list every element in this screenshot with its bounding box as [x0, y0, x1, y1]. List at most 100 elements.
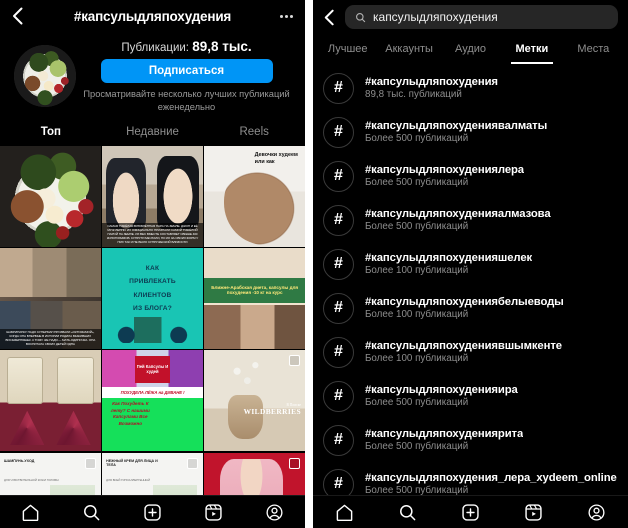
weekly-note: Просматривайте несколько лучших публикац… [83, 89, 290, 112]
carousel-icon [288, 355, 300, 367]
hashtag-page-header: #капсулыдляпохудения [0, 0, 305, 32]
list-item[interactable]: # #капсулыдляпохудениябелыеводы Более 10… [313, 286, 628, 330]
hashtag-tabs: Топ Недавние Reels [0, 118, 305, 146]
bottom-navbar [313, 495, 628, 528]
tab-tags[interactable]: Метки [501, 34, 562, 64]
hashtag-icon: # [323, 72, 354, 104]
list-item[interactable]: # #капсулыдляпохудениялера Более 500 пуб… [313, 154, 628, 198]
list-item[interactable]: # #капсулыдляпохуденияалмазова Более 500… [313, 198, 628, 242]
hashtag-name: #капсулыдляпохуденияалмазова [365, 208, 551, 220]
post-brand-name: WILDBERRIES [243, 406, 301, 416]
panel-divider [305, 0, 313, 528]
profile-icon[interactable] [587, 503, 606, 522]
grid-post[interactable] [0, 350, 101, 452]
hashtag-name: #капсулыдляпохудения [365, 76, 498, 88]
hashtag-icon: # [323, 160, 354, 192]
bottom-navbar [0, 495, 305, 528]
hashtag-count: Более 500 публикаций [365, 133, 469, 144]
tab-audio[interactable]: Аудио [440, 34, 501, 64]
publications-count: Публикации: 89,8 тыс. [121, 39, 251, 54]
post-brand-label: В Поиске WILDBERRIES [244, 403, 301, 416]
post-caption: САМАЯ ТЯЖЁЛАЯ ВЛЮБЛЁННАЯ ПАРА НА ЗЕМЛЕ. … [102, 223, 203, 247]
grid-post[interactable] [204, 452, 305, 495]
back-icon[interactable] [12, 7, 30, 25]
hashtag-name: #капсулыдляпохуденияира [365, 384, 518, 396]
post-overlay-sub: ДЛЯ ЧУВСТВИТЕЛЬНОЙ КОЖИ ГОЛОВЫ [4, 477, 59, 482]
list-item[interactable]: # #капсулыдляпохудения 89,8 тыс. публика… [313, 66, 628, 110]
grid-post[interactable]: САМАЯ ТЯЖЁЛАЯ ВЛЮБЛЁННАЯ ПАРА НА ЗЕМЛЕ. … [102, 146, 203, 247]
grid-post[interactable] [0, 146, 101, 247]
reels-icon[interactable] [524, 503, 543, 522]
search-results-panel: капсулыдляпохудения Лучшее Аккаунты Ауди… [313, 0, 628, 528]
publications-value: 89,8 тыс. [192, 39, 252, 55]
grid-post[interactable]: ШАМПУНЬ-УХОД ДЛЯ ЧУВСТВИТЕЛЬНОЙ КОЖИ ГОЛ… [0, 452, 101, 495]
search-icon[interactable] [82, 503, 101, 522]
dual-screenshot-container: #капсулыдляпохудения Публикации: 89,8 ты… [0, 0, 628, 528]
hashtag-icon: # [323, 468, 354, 495]
grid-post[interactable]: НЕЖНЫЙ КРЕМ ДЛЯ ЛИЦА И ТЕЛА ДЛЯ ВСЕЙ ГИП… [102, 452, 203, 495]
list-item[interactable]: # #капсулыдляпохуденияира Более 500 публ… [313, 374, 628, 418]
reels-icon[interactable] [204, 503, 223, 522]
list-item[interactable]: # #капсулыдляпохуденияшелек Более 100 пу… [313, 242, 628, 286]
hashtag-icon: # [323, 116, 354, 148]
grid-post[interactable]: Девочки худеем или как [204, 146, 305, 247]
list-item[interactable]: # #капсулыдляпохудениявалматы Более 500 … [313, 110, 628, 154]
tab-reels[interactable]: Reels [203, 118, 305, 146]
back-icon[interactable] [319, 9, 339, 26]
post-overlay-text: Пей Капсулы И худей [135, 356, 170, 383]
follow-button[interactable]: Подписаться [100, 59, 273, 84]
add-post-icon[interactable] [143, 503, 162, 522]
post-overlay-title: НЕЖНЫЙ КРЕМ ДЛЯ ЛИЦА И ТЕЛА [106, 458, 158, 468]
hashtag-count: Более 500 публикаций [365, 485, 469, 495]
carousel-icon [186, 457, 198, 469]
hashtag-count: 89,8 тыс. публикаций [365, 89, 462, 100]
post-overlay-text: Девочки худеем или как [254, 152, 298, 165]
post-overlay-text: КАК ПРИВЛЕКАТЬ КЛИЕНТОВ ИЗ БЛОГА? [129, 265, 176, 312]
post-caption: ШАБРИНАНКУ НАДО СУПЕРМАН ПРОЗВАЛИ «ОКТОМ… [0, 329, 101, 349]
tab-recent[interactable]: Недавние [102, 118, 204, 146]
hashtag-profile-info: Публикации: 89,8 тыс. Подписаться Просма… [76, 39, 291, 113]
hashtag-icon: # [323, 336, 354, 368]
hashtag-count: Более 100 публикаций [365, 353, 469, 364]
hashtag-name: #капсулыдляпохудениярита [365, 428, 524, 440]
page-title: #капсулыдляпохудения [73, 8, 232, 24]
tab-places[interactable]: Места [563, 34, 624, 64]
avatar[interactable] [14, 45, 76, 107]
hashtag-name: #капсулыдляпохудениявалматы [365, 120, 548, 132]
more-options-icon[interactable] [275, 14, 293, 18]
carousel-icon [84, 457, 96, 469]
post-overlay-title: ШАМПУНЬ-УХОД [4, 458, 35, 463]
grid-post[interactable]: Пей Капсулы И худей ПОХУДЕЛА ЛЁЖА на ДИВ… [102, 350, 203, 452]
hashtag-count: Более 500 публикаций [365, 441, 469, 452]
search-icon[interactable] [398, 503, 417, 522]
grid-post[interactable]: ШАБРИНАНКУ НАДО СУПЕРМАН ПРОЗВАЛИ «ОКТОМ… [0, 248, 101, 349]
hashtag-count: Более 500 публикаций [365, 221, 469, 232]
tab-top[interactable]: Топ [0, 118, 102, 146]
post-overlay-message: Как Похудеть К лету? С нашими Капсулами … [110, 400, 150, 427]
hashtag-profile-block: Публикации: 89,8 тыс. Подписаться Просма… [0, 32, 305, 118]
profile-icon[interactable] [265, 503, 284, 522]
list-item[interactable]: # #капсулыдляпохудениявшымкенте Более 10… [313, 330, 628, 374]
search-input[interactable]: капсулыдляпохудения [345, 5, 618, 29]
grid-post[interactable]: КАК ПРИВЛЕКАТЬ КЛИЕНТОВ ИЗ БЛОГА? [102, 248, 203, 349]
home-icon[interactable] [21, 503, 40, 522]
hashtag-name: #капсулыдляпохудениялера [365, 164, 524, 176]
list-item[interactable]: # #капсулыдляпохудениярита Более 500 пуб… [313, 418, 628, 462]
grid-post[interactable]: Ближне-Арабская диета, капсулы для похуд… [204, 248, 305, 349]
search-icon [355, 12, 366, 23]
search-header: капсулыдляпохудения [313, 0, 628, 34]
grid-post[interactable]: В Поиске WILDBERRIES [204, 350, 305, 452]
tab-best[interactable]: Лучшее [317, 34, 378, 64]
post-overlay-sub: ДЛЯ ВСЕЙ ГИПОАЛЛЕРГЕННЫЙ [106, 477, 151, 482]
tab-accounts[interactable]: Аккаунты [378, 34, 439, 64]
home-icon[interactable] [335, 503, 354, 522]
add-post-icon[interactable] [461, 503, 480, 522]
post-overlay-text: Ближне-Арабская диета, капсулы для похуд… [204, 278, 305, 303]
hashtag-icon: # [323, 204, 354, 236]
post-grid: САМАЯ ТЯЖЁЛАЯ ВЛЮБЛЁННАЯ ПАРА НА ЗЕМЛЕ. … [0, 146, 305, 495]
hashtag-count: Более 100 публикаций [365, 309, 469, 320]
list-item[interactable]: # #капсулыдляпохудения_лера_xydeem_onlin… [313, 462, 628, 495]
hashtag-icon: # [323, 248, 354, 280]
hashtag-name: #капсулыдляпохудения_лера_xydeem_online [365, 472, 617, 484]
search-tabs: Лучшее Аккаунты Аудио Метки Места [313, 34, 628, 64]
